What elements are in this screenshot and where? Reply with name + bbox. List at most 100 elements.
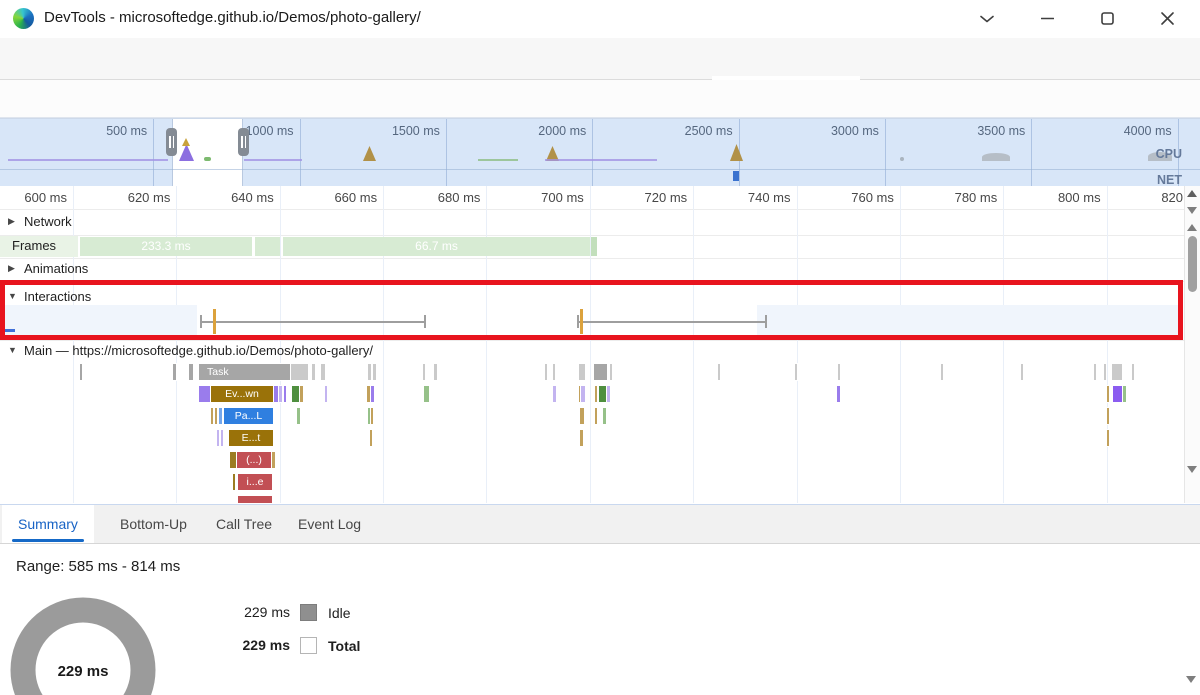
- flame-bar[interactable]: [284, 386, 286, 402]
- flame-bar[interactable]: [189, 364, 193, 380]
- flame-bar[interactable]: [371, 408, 373, 424]
- frame-bar[interactable]: [591, 237, 597, 256]
- flame-bar[interactable]: [219, 408, 222, 424]
- tab-bottom-up[interactable]: Bottom-Up: [104, 505, 203, 543]
- flame-bar[interactable]: [215, 408, 217, 424]
- flame-bar[interactable]: [1107, 408, 1109, 424]
- flame-bar[interactable]: [795, 364, 797, 380]
- flame-bar[interactable]: [325, 386, 327, 402]
- flame-bar[interactable]: [1107, 386, 1109, 402]
- flame-bar[interactable]: [371, 386, 374, 402]
- flame-bar[interactable]: [595, 386, 597, 402]
- flame-bar[interactable]: [173, 364, 176, 380]
- maximize-button[interactable]: [1084, 0, 1130, 37]
- flame-bar[interactable]: [603, 408, 606, 424]
- expander-icon[interactable]: ▶: [8, 263, 15, 274]
- flame-bar[interactable]: [279, 386, 282, 402]
- flame-bar[interactable]: [292, 386, 299, 402]
- interaction-whisker-line[interactable]: [577, 321, 765, 323]
- flame-bar[interactable]: [80, 364, 82, 380]
- flame-bar[interactable]: [718, 364, 720, 380]
- flame-bar[interactable]: [373, 364, 376, 380]
- flame-bar[interactable]: [1123, 386, 1126, 402]
- flame-bar[interactable]: [581, 386, 585, 402]
- close-button[interactable]: [1144, 0, 1190, 37]
- tab-event-log[interactable]: Event Log: [282, 505, 377, 543]
- flame-bar[interactable]: [610, 364, 612, 380]
- flame-bar[interactable]: (...): [237, 452, 271, 468]
- flame-bar[interactable]: [221, 430, 223, 446]
- minimize-button[interactable]: [1024, 0, 1070, 37]
- tab-summary[interactable]: Summary: [2, 505, 94, 543]
- flame-bar[interactable]: Pa...L: [224, 408, 273, 424]
- flame-bar[interactable]: [297, 408, 300, 424]
- flame-bar[interactable]: [1021, 364, 1023, 380]
- flame-bar[interactable]: [272, 452, 275, 468]
- flame-bar[interactable]: [580, 408, 584, 424]
- flame-bar[interactable]: [594, 364, 607, 380]
- track-network[interactable]: ▶ Network: [0, 210, 1184, 235]
- flame-bar[interactable]: [1104, 364, 1106, 380]
- track-animations[interactable]: ▶ Animations: [0, 258, 1184, 281]
- flame-bar[interactable]: [423, 364, 425, 380]
- interaction-whisker-line[interactable]: [200, 321, 424, 323]
- interaction-event-tick[interactable]: [213, 309, 216, 334]
- flame-bar[interactable]: [321, 364, 325, 380]
- timeline-overview[interactable]: 500 ms 1000 ms 1500 ms 2000 ms 2500 ms 3000 m…: [0, 118, 1200, 186]
- scroll-up-icon[interactable]: [1187, 224, 1197, 231]
- flame-bar[interactable]: [370, 430, 372, 446]
- flame-bar[interactable]: [300, 386, 303, 402]
- flame-bar[interactable]: [1132, 364, 1134, 380]
- flame-bar[interactable]: [274, 386, 278, 402]
- flame-bar[interactable]: [545, 364, 547, 380]
- scrollbar-thumb[interactable]: [1188, 236, 1197, 292]
- flame-bar[interactable]: [367, 386, 370, 402]
- frame-bar[interactable]: 66.7 ms: [283, 237, 590, 256]
- flame-bar[interactable]: [607, 386, 610, 402]
- selection-handle-right[interactable]: [238, 128, 249, 156]
- flame-bar[interactable]: [837, 386, 840, 402]
- flame-bar[interactable]: [1107, 430, 1109, 446]
- tab-call-tree[interactable]: Call Tree: [200, 505, 288, 543]
- scroll-down-icon[interactable]: [1187, 207, 1197, 214]
- scroll-up-icon[interactable]: [1187, 190, 1197, 197]
- flame-bar[interactable]: [368, 408, 370, 424]
- flame-bar[interactable]: [199, 386, 210, 402]
- flame-bar[interactable]: [553, 364, 555, 380]
- flame-bar[interactable]: [580, 430, 583, 446]
- flame-bar[interactable]: [230, 452, 236, 468]
- frame-bar[interactable]: 233.3 ms: [80, 237, 252, 256]
- interaction-event-tick[interactable]: [580, 309, 583, 334]
- flame-bar[interactable]: [599, 386, 607, 402]
- flame-bar[interactable]: [838, 364, 840, 380]
- flame-bar[interactable]: E...t: [229, 430, 273, 446]
- track-main[interactable]: ▼ Main — https://microsoftedge.github.io…: [0, 341, 800, 360]
- window-menu-chevron-icon[interactable]: [964, 0, 1010, 37]
- flame-bar[interactable]: [1094, 364, 1096, 380]
- flame-bar[interactable]: [595, 408, 597, 424]
- flame-bar[interactable]: [211, 408, 213, 424]
- flame-bar[interactable]: [291, 364, 308, 380]
- summary-scroll-down-icon[interactable]: [1186, 676, 1196, 683]
- flame-bar[interactable]: [1113, 386, 1123, 402]
- expander-icon[interactable]: ▶: [8, 216, 15, 227]
- flame-bar[interactable]: [1112, 364, 1122, 380]
- expander-icon[interactable]: ▼: [8, 345, 17, 355]
- flame-bar[interactable]: [217, 430, 219, 446]
- flame-bar[interactable]: [233, 474, 235, 490]
- flame-bar[interactable]: [368, 364, 371, 380]
- scroll-down-icon[interactable]: [1187, 466, 1197, 473]
- flame-bar[interactable]: [553, 386, 556, 402]
- flame-bar[interactable]: i...e: [238, 474, 272, 490]
- flame-bar[interactable]: [424, 386, 429, 402]
- track-frames-label[interactable]: Frames: [12, 238, 56, 253]
- flame-bar[interactable]: Task: [199, 364, 291, 380]
- flame-bar[interactable]: [434, 364, 437, 380]
- flame-bar[interactable]: [941, 364, 943, 380]
- flame-bar[interactable]: [579, 364, 585, 380]
- frame-bar[interactable]: [255, 237, 280, 256]
- selection-handle-left[interactable]: [166, 128, 177, 156]
- flame-bar[interactable]: [238, 496, 272, 503]
- flame-bar[interactable]: [312, 364, 315, 380]
- flame-bar[interactable]: Ev...wn: [211, 386, 273, 402]
